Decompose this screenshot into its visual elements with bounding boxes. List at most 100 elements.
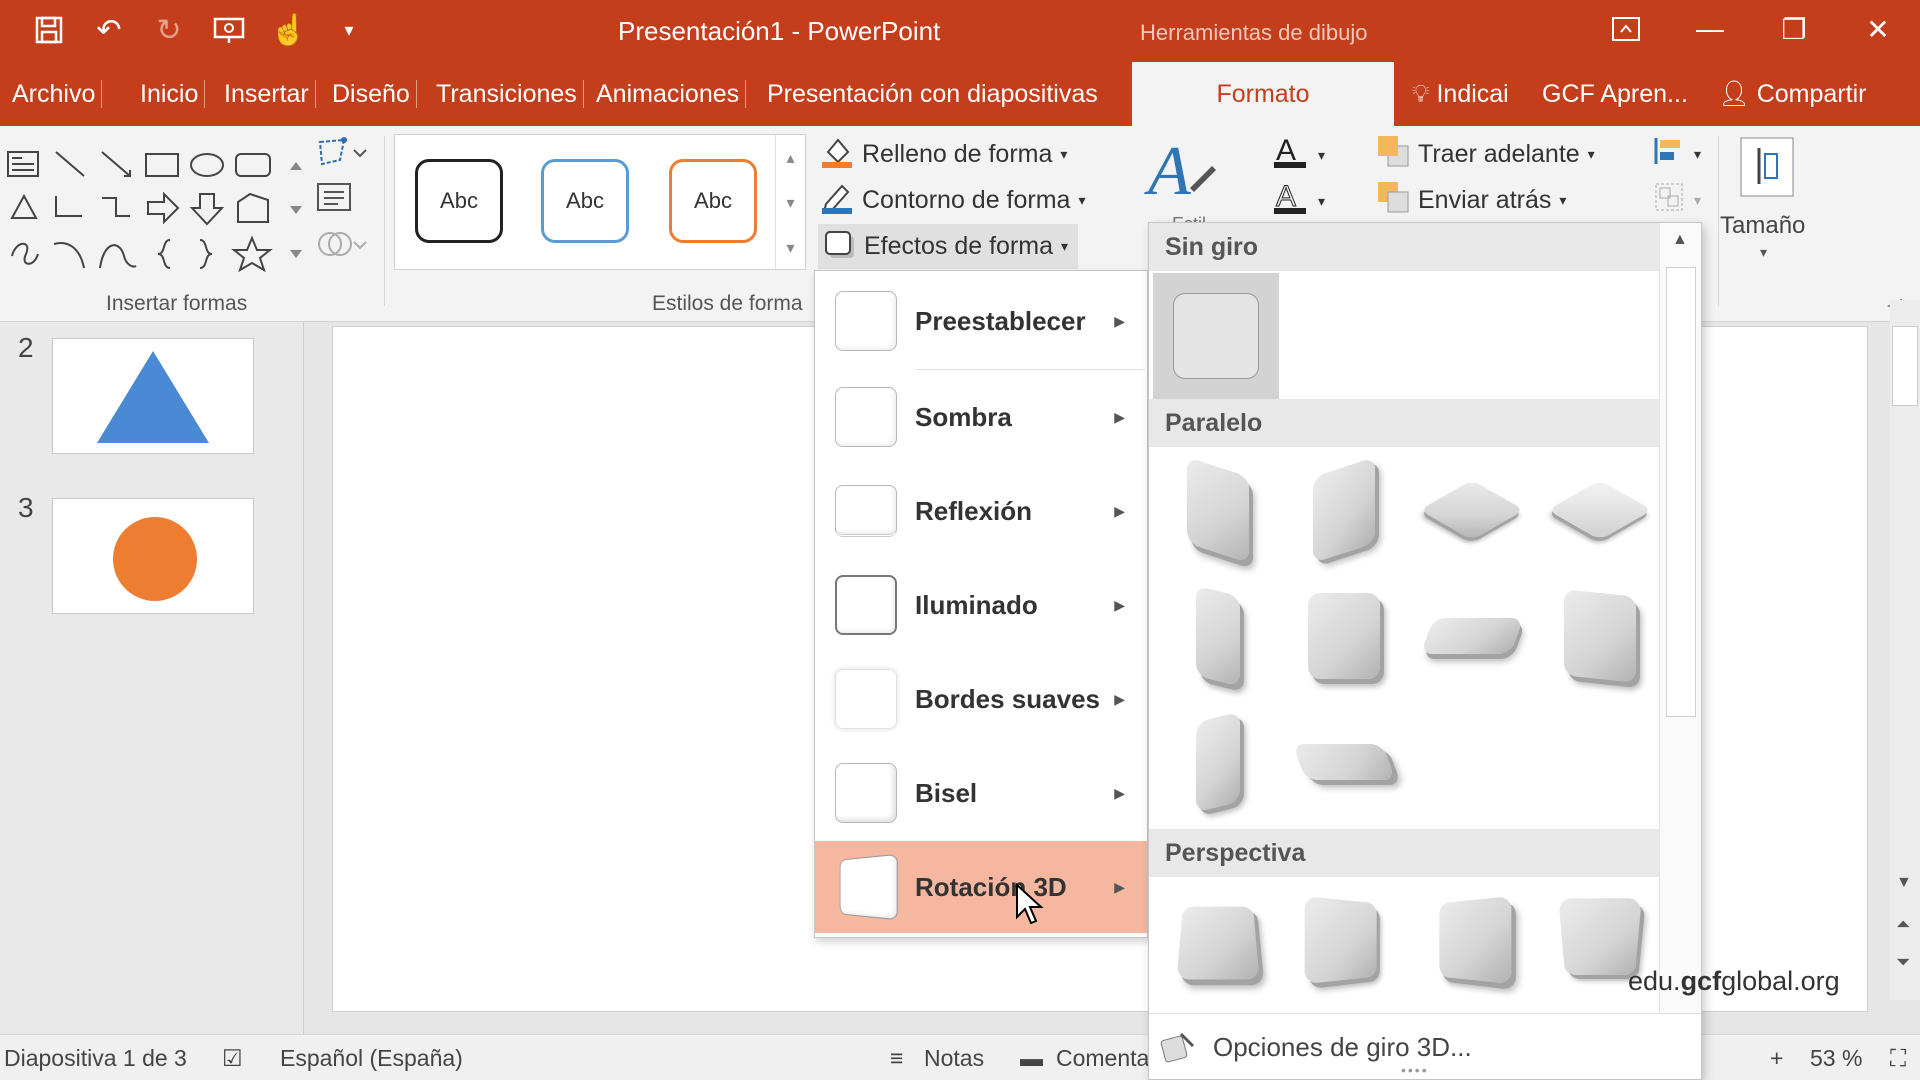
preview-shape — [1196, 711, 1240, 813]
style-sample-blue[interactable]: Abc — [541, 159, 629, 243]
chevron-down-icon[interactable]: ▾ — [786, 193, 794, 213]
tab-formato[interactable]: Formato — [1132, 62, 1394, 128]
menu-item-soft-edges[interactable]: Bordes suaves ▶ — [815, 653, 1147, 745]
rotation-option-parallel-6[interactable] — [1291, 581, 1397, 691]
rotation-option-parallel-10[interactable] — [1291, 707, 1397, 817]
tab-inicio[interactable]: Inicio — [140, 62, 206, 126]
3d-rotation-gallery: Sin giro Paralelo Perspectiva ▲ Opciones… — [1148, 222, 1702, 1080]
notes-button[interactable]: Notas — [924, 1045, 984, 1072]
language-indicator[interactable]: Español (España) — [280, 1045, 463, 1072]
scroll-up-icon[interactable]: ▲ — [1672, 231, 1688, 249]
rotation-option-perspective-3[interactable] — [1419, 885, 1525, 995]
comments-button[interactable]: Comenta — [1056, 1045, 1149, 1072]
style-sample-black[interactable]: Abc — [415, 159, 503, 243]
shapes-grid-icon[interactable] — [4, 136, 304, 286]
shape-outline-button[interactable]: Contorno de forma ▾ — [820, 180, 1085, 221]
edit-shape-icon[interactable] — [314, 134, 368, 170]
fit-slide-icon[interactable]: ⛶ — [1890, 1045, 1906, 1072]
menu-item-preset[interactable]: Preestablecer ▶ — [815, 275, 1147, 367]
text-outline-button[interactable]: A ▾ — [1270, 180, 1325, 223]
zoom-level[interactable]: 53 % — [1810, 1045, 1862, 1072]
ribbon-display-options-icon[interactable] — [1584, 0, 1668, 58]
gallery-scroll[interactable]: ▴ ▾ ▾ — [775, 135, 805, 271]
text-box-icon[interactable] — [314, 180, 354, 214]
rotation-option-perspective-2[interactable] — [1291, 885, 1397, 995]
resize-grip-icon[interactable]: •••• — [1401, 1062, 1429, 1078]
save-icon[interactable] — [30, 8, 68, 52]
slide-thumbnail-2[interactable] — [52, 338, 254, 454]
contextual-tools-label: Herramientas de dibujo — [1140, 20, 1368, 45]
tab-gcf-addin[interactable]: GCF Apren... — [1542, 62, 1688, 126]
restore-icon[interactable]: ❐ — [1752, 0, 1836, 58]
menu-item-3d-rotation[interactable]: Rotación 3D ▶ — [815, 841, 1147, 933]
notes-icon[interactable]: ≡ — [890, 1045, 903, 1072]
share-button[interactable]: 👤︎ Compartir — [1718, 62, 1866, 126]
rotation-option-parallel-7[interactable] — [1419, 581, 1525, 691]
preview-shape — [1558, 898, 1642, 975]
gallery-scrollbar[interactable]: ▲ — [1659, 223, 1701, 1023]
slide-thumbnail-3[interactable] — [52, 498, 254, 614]
shape-outline-label: Contorno de forma — [862, 186, 1071, 214]
tab-insertar[interactable]: Insertar — [224, 62, 316, 126]
rotation-option-parallel-5[interactable] — [1165, 581, 1271, 691]
vertical-scrollbar[interactable]: ▼ ⏶ ⏷ — [1890, 300, 1920, 1000]
spellcheck-icon[interactable]: ☑ — [222, 1045, 243, 1072]
rotation-option-perspective-1[interactable] — [1165, 885, 1271, 995]
chevron-up-icon[interactable]: ▴ — [786, 148, 794, 168]
gallery-scroll-thumb[interactable] — [1666, 267, 1696, 717]
send-backward-button[interactable]: Enviar atrás ▾ — [1376, 180, 1566, 221]
minimize-icon[interactable]: — — [1668, 0, 1752, 58]
redo-icon[interactable]: ↻ — [150, 8, 188, 52]
start-slideshow-icon[interactable] — [210, 8, 248, 52]
menu-item-label: Sombra — [915, 401, 1012, 432]
rotation-option-parallel-4[interactable] — [1547, 455, 1653, 565]
scroll-down-icon[interactable]: ▼ — [1896, 874, 1912, 892]
menu-item-reflection[interactable]: Reflexión ▶ — [815, 465, 1147, 557]
rotation-option-none[interactable] — [1153, 273, 1279, 399]
customize-qat-icon[interactable]: ▾ — [330, 8, 368, 52]
tab-transiciones[interactable]: Transiciones — [436, 62, 584, 126]
3d-rotation-options-link[interactable]: Opciones de giro 3D... — [1213, 1032, 1472, 1063]
undo-icon[interactable]: ↶ — [90, 8, 128, 52]
shape-effects-button[interactable]: Efectos de forma ▾ — [818, 224, 1079, 269]
bevel-icon — [835, 763, 897, 823]
rotation-option-parallel-8[interactable] — [1547, 581, 1653, 691]
tab-presentacion[interactable]: Presentación con diapositivas — [767, 62, 1098, 126]
mouse-cursor-icon — [1016, 883, 1044, 925]
menu-item-label: Bisel — [915, 777, 978, 808]
paint-bucket-icon — [820, 134, 854, 175]
more-styles-icon[interactable]: ▾ — [786, 238, 794, 258]
scroll-thumb[interactable] — [1892, 326, 1918, 406]
menu-item-glow[interactable]: Iluminado ▶ — [815, 559, 1147, 651]
tab-archivo[interactable]: Archivo — [12, 62, 103, 126]
size-button[interactable] — [1732, 134, 1802, 207]
rotation-option-parallel-1[interactable] — [1165, 455, 1271, 565]
next-slide-icon[interactable]: ⏷ — [1896, 952, 1910, 973]
dropdown-arrow-icon: ▾ — [1318, 147, 1326, 163]
tab-animaciones[interactable]: Animaciones — [596, 62, 747, 126]
bring-forward-button[interactable]: Traer adelante ▾ — [1376, 134, 1595, 175]
zoom-in-icon[interactable]: + — [1770, 1045, 1783, 1072]
shape-fill-button[interactable]: Relleno de forma ▾ — [820, 134, 1067, 175]
touch-mode-icon[interactable]: ☝ — [270, 8, 308, 52]
style-sample-orange[interactable]: Abc — [669, 159, 757, 243]
comments-icon[interactable]: ▬ — [1020, 1045, 1043, 1072]
tab-diseno[interactable]: Diseño — [332, 62, 417, 126]
group-objects-button[interactable]: ▾ — [1652, 180, 1701, 221]
text-fill-button[interactable]: A ▾ — [1270, 134, 1325, 177]
close-icon[interactable]: ✕ — [1836, 0, 1920, 58]
align-button[interactable]: ▾ — [1652, 134, 1701, 175]
menu-item-bevel[interactable]: Bisel ▶ — [815, 747, 1147, 839]
previous-slide-icon[interactable]: ⏶ — [1896, 914, 1910, 935]
size-label: Tamaño — [1720, 212, 1806, 239]
rotation-option-parallel-2[interactable] — [1291, 455, 1397, 565]
wordart-styles-icon[interactable]: A — [1142, 130, 1222, 210]
3d-options-icon — [1157, 1028, 1197, 1073]
rotation-option-parallel-3[interactable] — [1419, 455, 1525, 565]
menu-item-shadow[interactable]: Sombra ▶ — [815, 371, 1147, 463]
bring-forward-label: Traer adelante — [1418, 140, 1580, 168]
rotation-option-parallel-9[interactable] — [1165, 707, 1271, 817]
merge-shapes-icon[interactable] — [314, 226, 368, 262]
tell-me-search[interactable]: 💡︎ Indicai — [1412, 62, 1509, 126]
size-dropdown-icon[interactable]: ▾ — [1760, 244, 1767, 261]
